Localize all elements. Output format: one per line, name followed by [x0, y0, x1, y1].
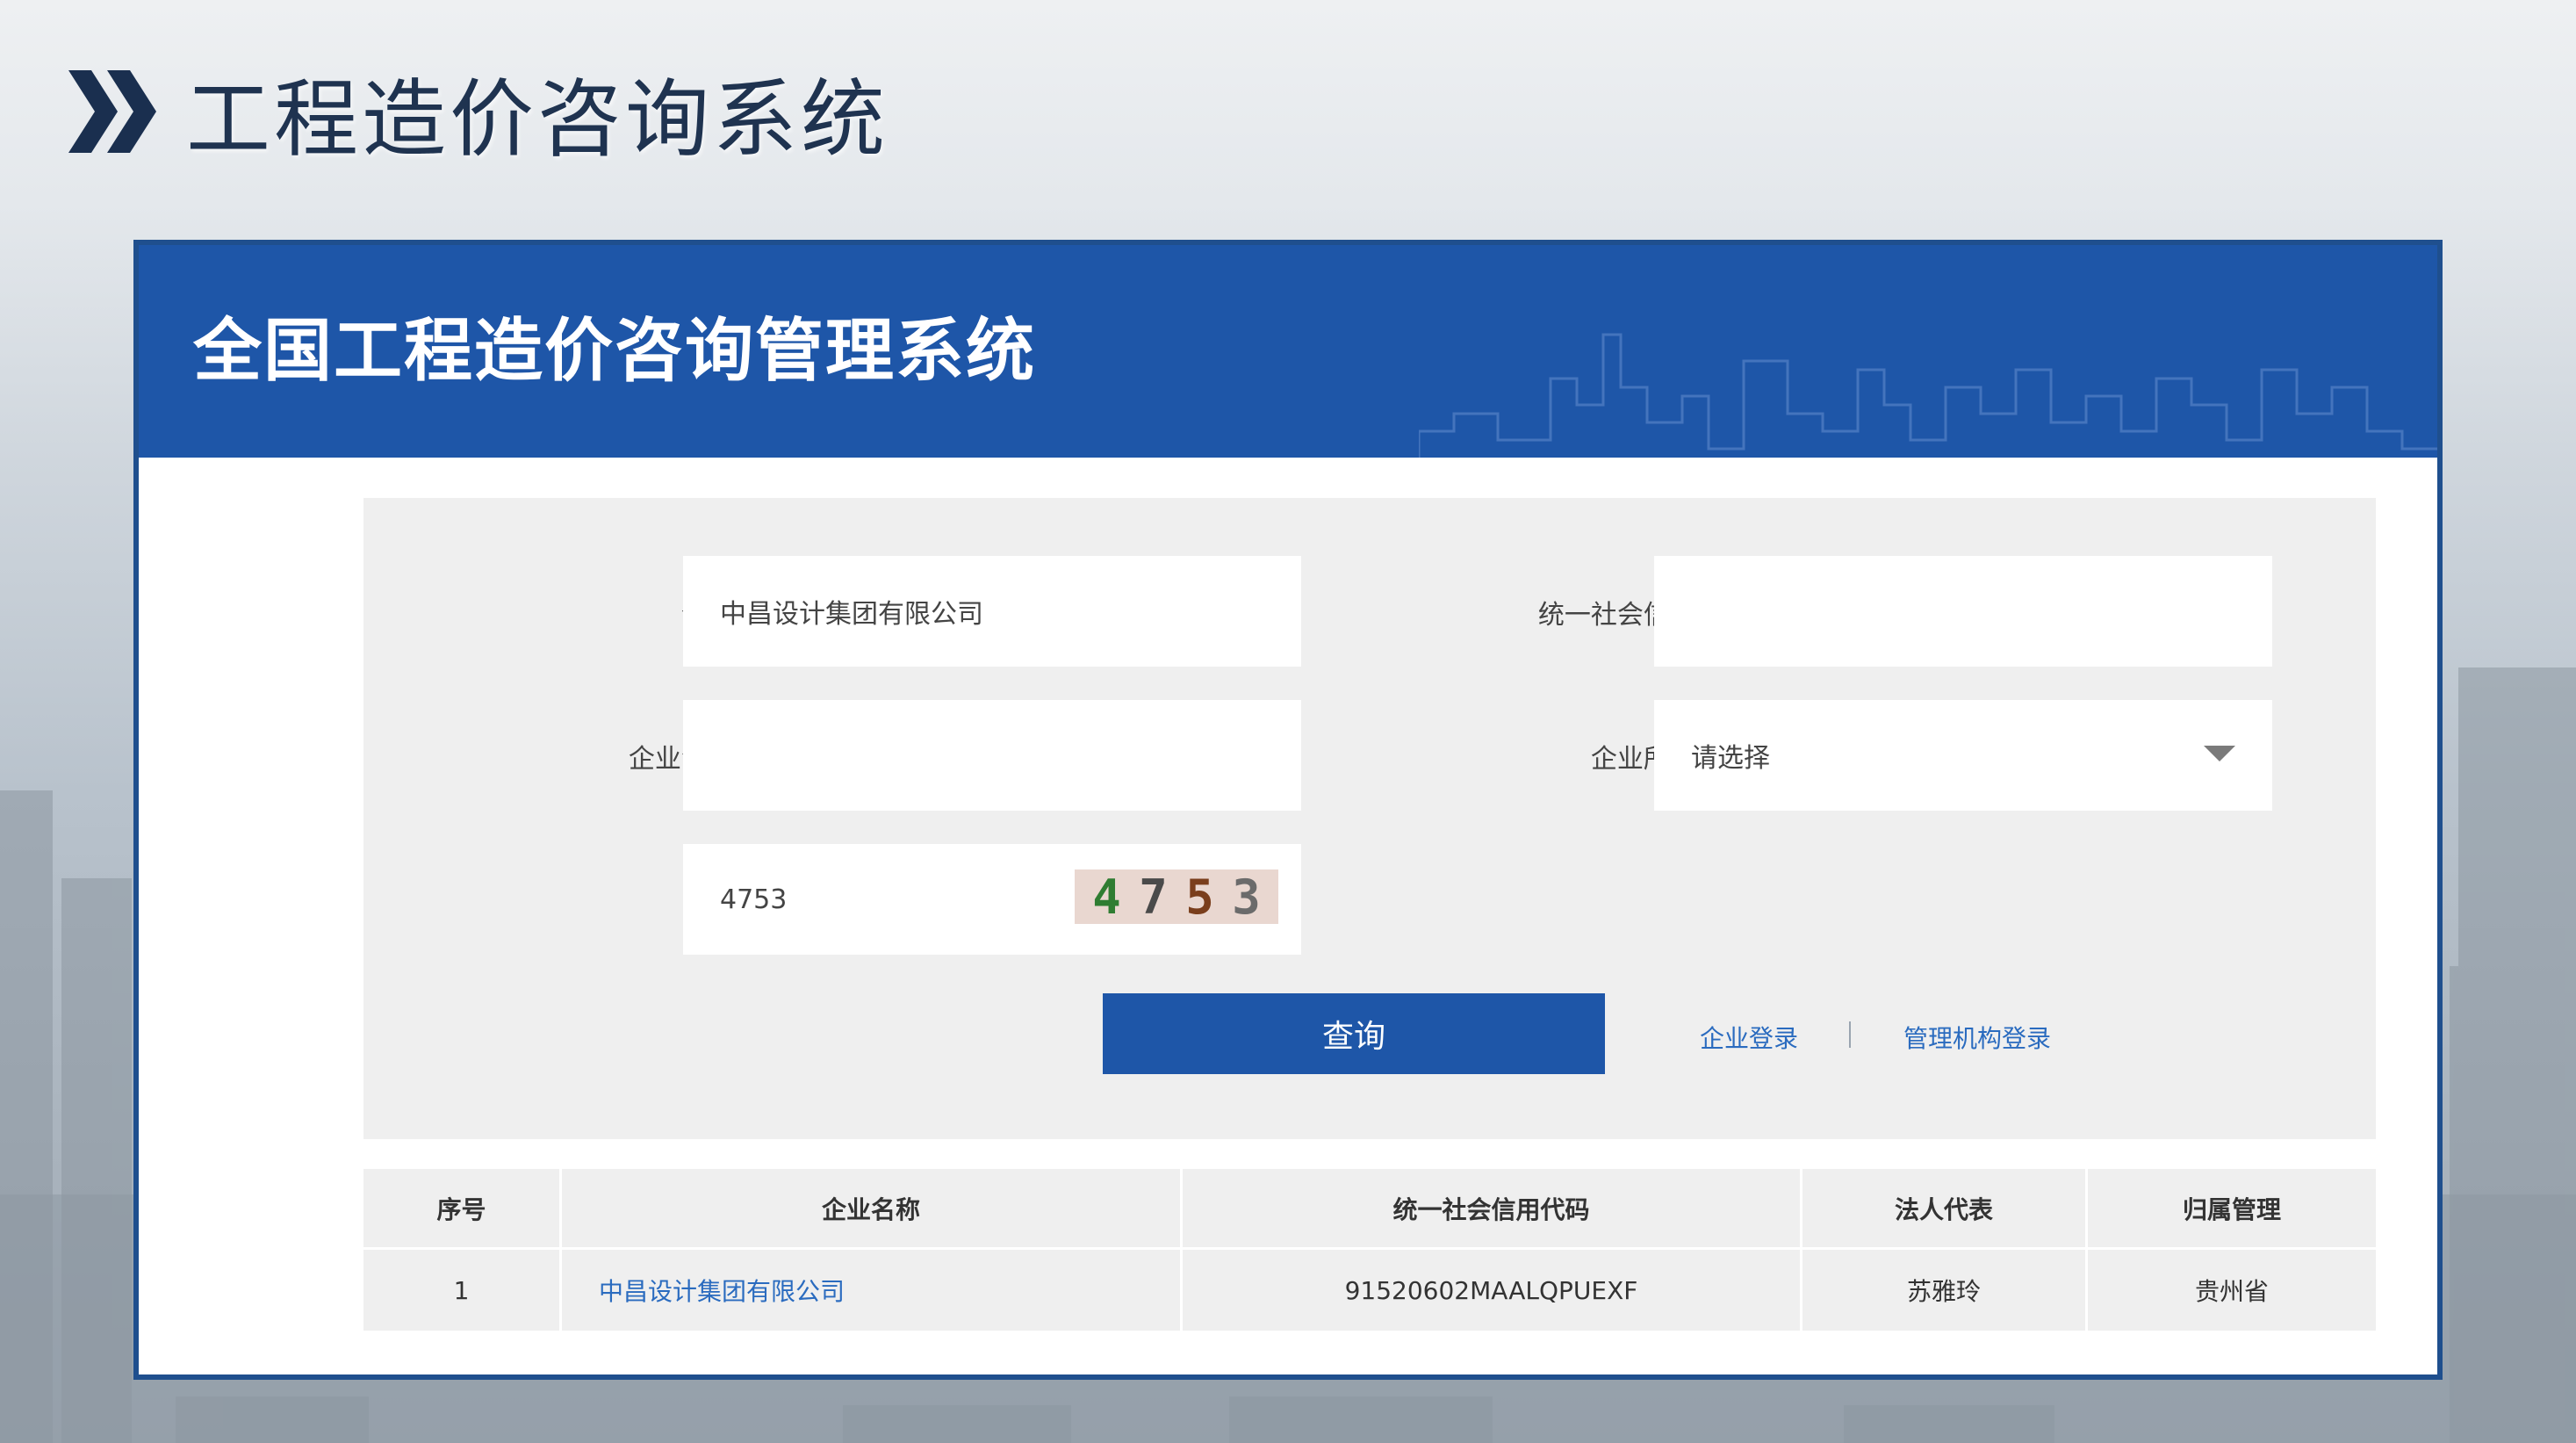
header-company: 企业名称: [562, 1169, 1183, 1250]
header-index: 序号: [363, 1169, 562, 1250]
slide-title: 工程造价咨询系统: [68, 54, 889, 169]
header-legal-rep: 法人代表: [1802, 1169, 2088, 1250]
results-table: 序号 企业名称 统一社会信用代码 法人代表 归属管理 1 中昌设计集团有限公司 …: [363, 1169, 2376, 1331]
captcha-char: 5: [1185, 869, 1214, 925]
app-title: 全国工程造价咨询管理系统: [193, 312, 1037, 391]
captcha-char: 7: [1139, 869, 1168, 925]
row-province: 贵州省: [2088, 1250, 2376, 1331]
skyline-decoration: [1419, 333, 2437, 458]
slide-title-text: 工程造价咨询系统: [186, 69, 889, 169]
legal-rep-input[interactable]: [683, 700, 1301, 811]
table-row: 1 中昌设计集团有限公司 91520602MAALQPUEXF 苏雅玲 贵州省: [363, 1250, 2376, 1331]
captcha-char: 4: [1092, 869, 1121, 925]
company-name-input[interactable]: [683, 556, 1301, 667]
chevron-down-icon: [2204, 746, 2235, 761]
double-chevron-icon: [68, 70, 156, 153]
admin-login-link[interactable]: 管理机构登录: [1903, 1020, 2051, 1055]
link-separator: [1849, 1021, 1851, 1048]
captcha-char: 3: [1232, 869, 1261, 925]
row-credit-code: 91520602MAALQPUEXF: [1183, 1250, 1802, 1331]
row-legal-rep: 苏雅玲: [1802, 1250, 2088, 1331]
province-select[interactable]: 请选择: [1654, 700, 2272, 811]
credit-code-input[interactable]: [1654, 556, 2272, 667]
province-select-value: 请选择: [1691, 743, 1770, 774]
row-index: 1: [363, 1250, 562, 1331]
table-header-row: 序号 企业名称 统一社会信用代码 法人代表 归属管理: [363, 1169, 2376, 1250]
app-header: 全国工程造价咨询管理系统: [139, 245, 2437, 458]
row-company-link[interactable]: 中昌设计集团有限公司: [562, 1250, 1183, 1331]
company-login-link[interactable]: 企业登录: [1700, 1020, 1798, 1055]
app-window: 全国工程造价咨询管理系统 企业名称: 统一社会信用代码: 企业法人代表: 企业所…: [133, 240, 2443, 1380]
header-province: 归属管理: [2088, 1169, 2376, 1250]
query-button[interactable]: 查询: [1103, 993, 1605, 1074]
captcha-image[interactable]: 4 7 5 3: [1075, 869, 1278, 925]
header-credit-code: 统一社会信用代码: [1183, 1169, 1802, 1250]
